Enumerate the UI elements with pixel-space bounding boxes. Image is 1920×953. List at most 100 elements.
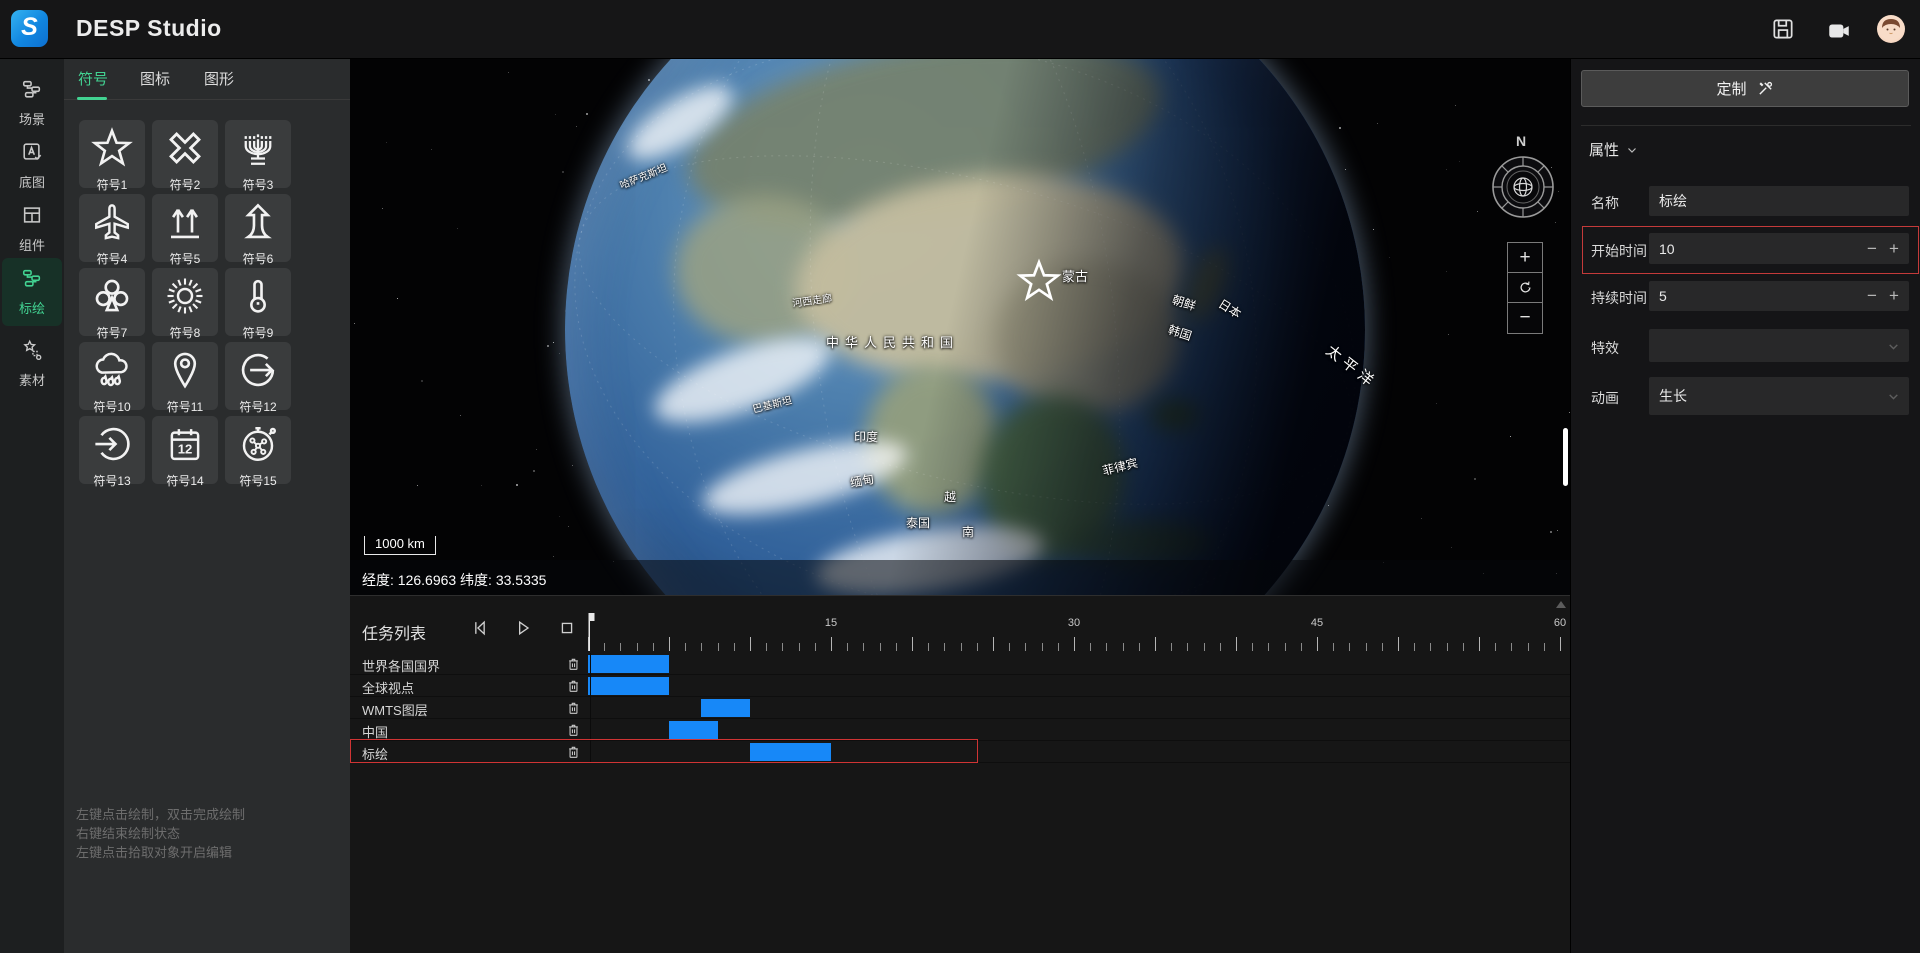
timeline-ruler[interactable]: 15304560 bbox=[350, 596, 1570, 653]
left-sidebar: 场景底图组件标绘素材 bbox=[0, 59, 64, 953]
symbol-tile-menorah[interactable]: 符号3 bbox=[225, 120, 291, 188]
zoom-in-button[interactable]: + bbox=[1508, 243, 1542, 273]
field-input-5[interactable]: 生长 bbox=[1649, 377, 1909, 415]
viewport-scrollbar-thumb[interactable] bbox=[1563, 428, 1568, 486]
symbol-label: 符号4 bbox=[97, 250, 128, 267]
symbol-tile-arrow-up-big[interactable]: 符号6 bbox=[225, 194, 291, 262]
task-row-3[interactable]: WMTS图层 bbox=[350, 697, 1570, 719]
save-icon[interactable] bbox=[1770, 16, 1796, 42]
ruler-tick bbox=[1430, 643, 1431, 651]
star-dot bbox=[1477, 211, 1478, 212]
chevron-down-icon[interactable] bbox=[1887, 390, 1900, 408]
symbol-tile-arrows-up-two[interactable]: 符号5 bbox=[152, 194, 218, 262]
customize-button[interactable]: 定制 bbox=[1581, 70, 1909, 107]
symbol-tile-plane[interactable]: 符号4 bbox=[79, 194, 145, 262]
decrement-button[interactable]: − bbox=[1867, 287, 1877, 304]
task-row-2[interactable]: 全球视点 bbox=[350, 675, 1570, 697]
ruler-tick bbox=[604, 643, 605, 651]
symbol-tile-arrow-into-circle[interactable]: 符号13 bbox=[79, 416, 145, 484]
star-dot bbox=[555, 114, 556, 115]
stepper-controls: −+ bbox=[1867, 287, 1899, 304]
record-video-icon[interactable] bbox=[1826, 18, 1852, 44]
ruler-tick bbox=[1090, 643, 1091, 651]
symbol-label: 符号3 bbox=[243, 176, 274, 193]
task-gantt-bar[interactable] bbox=[588, 655, 669, 673]
ruler-tick bbox=[1220, 643, 1221, 651]
night-shadow bbox=[565, 59, 1365, 595]
star-dot bbox=[1557, 530, 1558, 531]
delete-task-icon[interactable] bbox=[566, 678, 581, 694]
sidebar-item-components[interactable]: 组件 bbox=[2, 198, 62, 260]
map-viewport[interactable]: 蒙古中华人民共和国印度缅甸泰国越南菲律宾朝鲜韩国日本太平洋哈萨克斯坦巴基斯坦河西… bbox=[350, 59, 1570, 595]
ruler-tick bbox=[1123, 643, 1124, 651]
star-dot bbox=[460, 415, 461, 416]
section-title-label: 属性 bbox=[1589, 139, 1619, 160]
playhead-marker[interactable] bbox=[587, 612, 596, 652]
app-title: DESP Studio bbox=[76, 15, 222, 42]
star-dot bbox=[1555, 222, 1556, 223]
delete-task-icon[interactable] bbox=[566, 722, 581, 738]
sidebar-item-assets[interactable]: 素材 bbox=[2, 333, 62, 395]
compass-control[interactable] bbox=[1490, 154, 1556, 220]
symbol-tile-stopwatch-net[interactable]: 符号15 bbox=[225, 416, 291, 484]
ruler-tick bbox=[928, 643, 929, 651]
earth-globe[interactable] bbox=[565, 59, 1365, 595]
app-logo[interactable]: S bbox=[11, 10, 48, 47]
ruler-tick bbox=[620, 643, 621, 651]
timeline-scroll-up-arrow[interactable] bbox=[1556, 601, 1566, 608]
symbol-tile-circle-arrow-right[interactable]: 符号12 bbox=[225, 342, 291, 410]
symbol-tile-rain-cloud[interactable]: 符号10 bbox=[79, 342, 145, 410]
task-row-4[interactable]: 中国 bbox=[350, 719, 1570, 741]
star-dot bbox=[481, 485, 482, 486]
delete-task-icon[interactable] bbox=[566, 656, 581, 672]
task-gantt-bar[interactable] bbox=[588, 677, 669, 695]
symbol-tile-star[interactable]: 符号1 bbox=[79, 120, 145, 188]
properties-section-header[interactable]: 属性 bbox=[1589, 139, 1638, 160]
customize-label: 定制 bbox=[1716, 78, 1746, 99]
zoom-controls: + − bbox=[1507, 242, 1543, 334]
sidebar-item-scene[interactable]: 场景 bbox=[2, 72, 62, 134]
user-avatar[interactable] bbox=[1877, 15, 1905, 43]
ruler-tick bbox=[1204, 643, 1205, 651]
symbol-tile-club[interactable]: 符号7 bbox=[79, 268, 145, 336]
tab-3[interactable]: 图形 bbox=[204, 68, 234, 89]
star-dot bbox=[516, 484, 518, 486]
sidebar-item-plot[interactable]: 标绘 bbox=[2, 258, 62, 326]
field-input-4[interactable] bbox=[1649, 329, 1909, 362]
ruler-tick bbox=[1301, 643, 1302, 651]
delete-task-icon[interactable] bbox=[566, 700, 581, 716]
symbol-tile-location-pin[interactable]: 符号11 bbox=[152, 342, 218, 410]
symbol-tabs: 符号 图标 图形 bbox=[64, 59, 350, 100]
reset-view-button[interactable] bbox=[1508, 273, 1542, 303]
map-label: 南 bbox=[962, 523, 974, 540]
symbol-tile-thermometer[interactable]: 符号9 bbox=[225, 268, 291, 336]
task-gantt-bar[interactable] bbox=[701, 699, 750, 717]
sidebar-item-basemap[interactable]: 底图 bbox=[2, 135, 62, 197]
symbol-label: 符号15 bbox=[239, 472, 276, 489]
ruler-tick bbox=[1106, 643, 1107, 651]
decrement-button[interactable]: − bbox=[1867, 240, 1877, 257]
ruler-tick bbox=[880, 643, 881, 651]
task-gantt-bar[interactable] bbox=[669, 721, 718, 739]
tab-1[interactable]: 符号 bbox=[78, 68, 108, 89]
top-bar: S DESP Studio bbox=[0, 0, 1920, 59]
field-input-1[interactable]: 标绘 bbox=[1649, 186, 1909, 216]
symbol-tile-calendar-12[interactable]: 12符号14 bbox=[152, 416, 218, 484]
ruler-tick bbox=[896, 643, 897, 651]
task-row-1[interactable]: 世界各国国界 bbox=[350, 653, 1570, 675]
plot-star-marker[interactable] bbox=[1016, 258, 1062, 304]
chevron-down-icon[interactable] bbox=[1887, 340, 1900, 358]
symbol-tile-sun[interactable]: 符号8 bbox=[152, 268, 218, 336]
stepper-controls: −+ bbox=[1867, 240, 1899, 257]
tab-2[interactable]: 图标 bbox=[140, 68, 170, 89]
arrow-into-circle-icon bbox=[91, 423, 133, 470]
ruler-tick bbox=[718, 643, 719, 651]
ruler-tick bbox=[1171, 643, 1172, 651]
selected-row-highlight bbox=[350, 739, 978, 763]
zoom-out-button[interactable]: − bbox=[1508, 303, 1542, 333]
ruler-tick bbox=[847, 643, 848, 651]
symbol-tile-cross-x[interactable]: 符号2 bbox=[152, 120, 218, 188]
increment-button[interactable]: + bbox=[1889, 287, 1899, 304]
increment-button[interactable]: + bbox=[1889, 240, 1899, 257]
field-label-1: 名称 bbox=[1591, 193, 1619, 213]
